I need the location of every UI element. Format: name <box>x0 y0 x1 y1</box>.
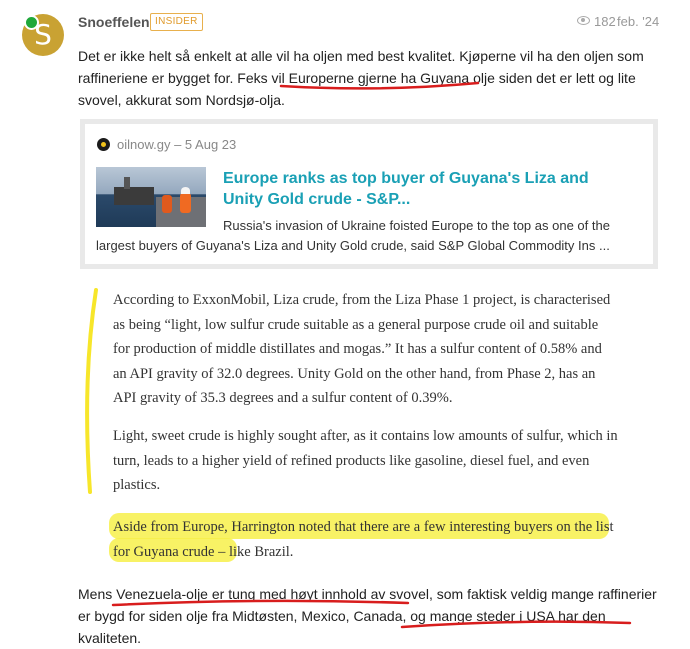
post-date-link[interactable]: feb. '24 <box>617 14 659 29</box>
quote-paragraph-3: Aside from Europe, Harrington noted that… <box>113 519 614 560</box>
post-paragraph-1: Det er ikke helt så enkelt at alle vil h… <box>78 48 644 108</box>
view-count: 182 <box>577 14 616 29</box>
quoted-screenshot: According to ExxonMobil, Liza crude, fro… <box>99 288 624 568</box>
yellow-margin-bracket <box>85 288 98 494</box>
post-paragraph-3: Mens Venezuela-olje er tung med høyt inn… <box>78 586 657 646</box>
username-link[interactable]: Snoeffelen <box>78 14 150 30</box>
link-preview-excerpt: Russia's invasion of Ukraine foisted Eur… <box>96 218 610 253</box>
user-title-badge: INSIDER <box>150 13 203 31</box>
site-favicon-icon <box>97 138 110 151</box>
online-status-dot <box>24 15 39 30</box>
link-preview-card[interactable]: oilnow.gy – 5 Aug 23 Europe ranks as top… <box>80 119 658 269</box>
quote-paragraph-2: Light, sweet crude is highly sought afte… <box>113 428 618 493</box>
eye-icon <box>577 16 590 25</box>
link-preview-title[interactable]: Europe ranks as top buyer of Guyana's Li… <box>223 168 633 210</box>
link-preview-source[interactable]: oilnow.gy – 5 Aug 23 <box>117 137 236 152</box>
view-count-value: 182 <box>594 14 616 29</box>
quote-paragraph-1: According to ExxonMobil, Liza crude, fro… <box>113 292 611 406</box>
